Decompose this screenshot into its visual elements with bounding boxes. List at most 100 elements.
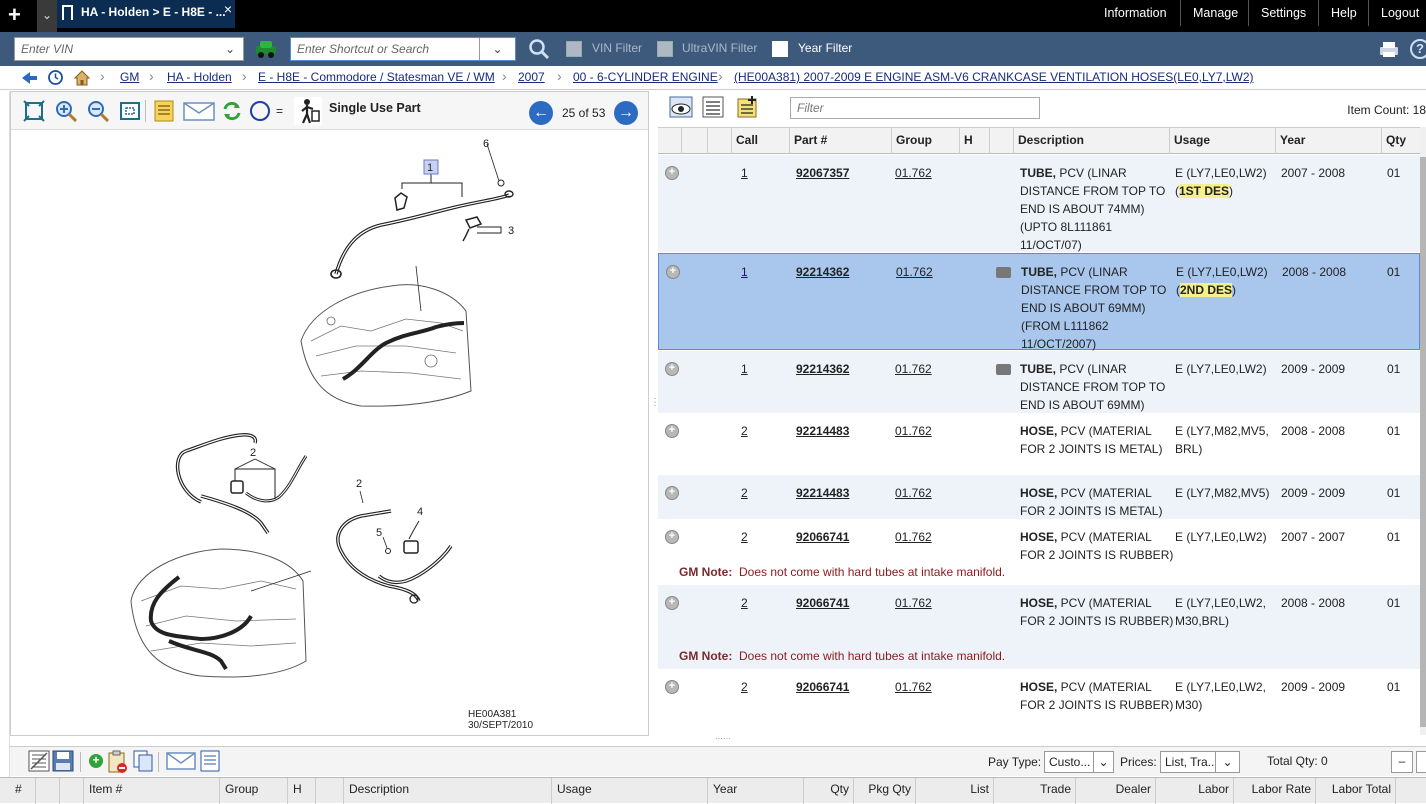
- vin-input[interactable]: Enter VIN ⌄: [14, 37, 244, 61]
- expand-icon[interactable]: +: [665, 530, 679, 544]
- table-row[interactable]: + 2 92214483 01.762 HOSE, PCV (MATERIAL …: [658, 475, 1420, 519]
- callout-2b[interactable]: 2: [356, 478, 362, 490]
- cart-header-usage[interactable]: Usage: [552, 778, 708, 804]
- expand-icon[interactable]: +: [665, 680, 679, 694]
- chevron-down-icon[interactable]: ⌄: [1093, 752, 1113, 772]
- table-row[interactable]: + 1 92214362 01.762 TUBE, PCV (LINAR DIS…: [658, 351, 1420, 413]
- next-page-button[interactable]: →: [614, 101, 638, 125]
- home-icon[interactable]: [73, 69, 91, 86]
- cell-call[interactable]: 2: [741, 422, 748, 440]
- nav-manage[interactable]: Manage: [1180, 0, 1250, 26]
- table-row[interactable]: + 2 92066741 01.762 HOSE, PCV (MATERIAL …: [658, 519, 1420, 585]
- cell-group[interactable]: 01.762: [895, 360, 932, 378]
- breadcrumb-holden[interactable]: HA - Holden: [167, 70, 232, 84]
- cell-call[interactable]: 1: [741, 164, 748, 182]
- header-usage[interactable]: Usage: [1170, 128, 1276, 154]
- header-h[interactable]: H: [960, 128, 990, 154]
- report-icon[interactable]: [200, 750, 220, 772]
- expand-icon[interactable]: +: [665, 424, 679, 438]
- zoom-in-icon[interactable]: [55, 100, 77, 122]
- prices-select[interactable]: List, Tra... ⌄: [1160, 751, 1240, 773]
- splitter-handle[interactable]: ⋮: [650, 398, 660, 430]
- cell-group[interactable]: 01.762: [896, 263, 933, 281]
- callout-6[interactable]: 6: [483, 138, 489, 150]
- expand-icon[interactable]: +: [665, 362, 679, 376]
- header-group[interactable]: Group: [892, 128, 960, 154]
- chevron-down-icon[interactable]: ⌄: [479, 38, 515, 60]
- cart-header-dealer[interactable]: Dealer: [1076, 778, 1156, 804]
- view-eye-icon[interactable]: [668, 95, 694, 121]
- cart-header-pkg-qty[interactable]: Pkg Qty: [854, 778, 916, 804]
- expand-icon[interactable]: +: [665, 486, 679, 500]
- parts-list-icon[interactable]: [153, 100, 175, 122]
- email-icon[interactable]: [166, 751, 196, 771]
- new-tab-button[interactable]: +: [8, 2, 21, 28]
- header-description[interactable]: Description: [1014, 128, 1170, 154]
- table-row[interactable]: + 1 92067357 01.762 TUBE, PCV (LINAR DIS…: [658, 155, 1420, 252]
- cell-part[interactable]: 92067357: [796, 164, 849, 182]
- cart-header-h[interactable]: H: [288, 778, 316, 804]
- breadcrumb-year[interactable]: 2007: [518, 70, 545, 84]
- header-call[interactable]: Call: [732, 128, 790, 154]
- camera-icon[interactable]: [996, 364, 1011, 375]
- email-icon[interactable]: [183, 100, 215, 122]
- callout-2a[interactable]: 2: [250, 447, 256, 459]
- zoom-out-icon[interactable]: [87, 100, 109, 122]
- header-part[interactable]: Part #: [790, 128, 892, 154]
- vin-filter-checkbox[interactable]: [566, 41, 582, 57]
- nav-logout[interactable]: Logout: [1368, 0, 1426, 26]
- callout-1[interactable]: 1: [427, 162, 433, 174]
- expand-icon[interactable]: +: [665, 596, 679, 610]
- cell-group[interactable]: 01.762: [895, 484, 932, 502]
- chevron-down-icon[interactable]: ⌄: [225, 38, 235, 60]
- scrollbar-thumb[interactable]: [1420, 157, 1426, 727]
- cart-header-qty[interactable]: Qty: [804, 778, 854, 804]
- add-to-list-icon[interactable]: [736, 95, 760, 119]
- actual-size-icon[interactable]: [119, 100, 141, 122]
- save-icon[interactable]: [52, 750, 74, 772]
- refresh-icon[interactable]: [221, 100, 243, 122]
- remove-clipboard-icon[interactable]: [107, 750, 129, 774]
- cell-part[interactable]: 92214362: [796, 263, 849, 281]
- vehicle-icon[interactable]: [254, 39, 278, 59]
- parts-diagram[interactable]: 1 6 3 2 2 4 5 HE00A381 30/SEPT/2010: [11, 131, 648, 735]
- cell-group[interactable]: 01.762: [895, 422, 932, 440]
- callout-3[interactable]: 3: [508, 225, 514, 237]
- cart-header-labor[interactable]: Labor: [1156, 778, 1234, 804]
- cell-part[interactable]: 92066741: [796, 678, 849, 696]
- nav-settings[interactable]: Settings: [1248, 0, 1318, 26]
- resize-handle[interactable]: ⋯⋯: [706, 735, 740, 744]
- table-row[interactable]: + 2 92214483 01.762 HOSE, PCV (MATERIAL …: [658, 413, 1420, 475]
- cart-header-item[interactable]: Item #: [84, 778, 220, 804]
- history-icon[interactable]: [47, 69, 64, 86]
- help-icon[interactable]: ?: [1410, 39, 1426, 59]
- cell-part[interactable]: 92066741: [796, 594, 849, 612]
- expand-icon[interactable]: +: [665, 166, 679, 180]
- cart-header-description[interactable]: Description: [344, 778, 552, 804]
- cart-header-group[interactable]: Group: [220, 778, 288, 804]
- add-icon[interactable]: +: [89, 754, 103, 768]
- cell-group[interactable]: 01.762: [895, 528, 932, 546]
- list-view-icon[interactable]: [702, 96, 724, 118]
- search-input[interactable]: Enter Shortcut or Search ⌄: [290, 37, 516, 61]
- grid-scrollbar[interactable]: [1420, 127, 1426, 735]
- cell-call[interactable]: 1: [741, 263, 748, 281]
- cell-group[interactable]: 01.762: [895, 164, 932, 182]
- cart-header-year[interactable]: Year: [708, 778, 804, 804]
- pay-type-select[interactable]: Custo... ⌄: [1044, 751, 1114, 773]
- fit-to-window-icon[interactable]: [23, 100, 45, 122]
- table-row[interactable]: + 2 92066741 01.762 HOSE, PCV (MATERIAL …: [658, 585, 1420, 669]
- breadcrumb-diagram[interactable]: (HE00A381) 2007-2009 E ENGINE ASM-V6 CRA…: [734, 70, 1254, 84]
- table-row[interactable]: + 2 92066741 01.762 HOSE, PCV (MATERIAL …: [658, 669, 1420, 735]
- active-tab[interactable]: HA - Holden > E - H8E - ... ×: [57, 0, 235, 28]
- cart-header-labor-rate[interactable]: Labor Rate: [1234, 778, 1316, 804]
- back-arrow-icon[interactable]: [20, 70, 38, 86]
- tab-menu-button[interactable]: ⌄: [37, 0, 57, 32]
- cell-call[interactable]: 2: [741, 594, 748, 612]
- breadcrumb-gm[interactable]: GM: [120, 70, 139, 84]
- year-filter-checkbox[interactable]: [772, 41, 788, 57]
- print-icon[interactable]: [1378, 40, 1400, 58]
- cell-call[interactable]: 2: [741, 678, 748, 696]
- cart-header-labor-total[interactable]: Labor Total: [1316, 778, 1396, 804]
- cell-group[interactable]: 01.762: [895, 594, 932, 612]
